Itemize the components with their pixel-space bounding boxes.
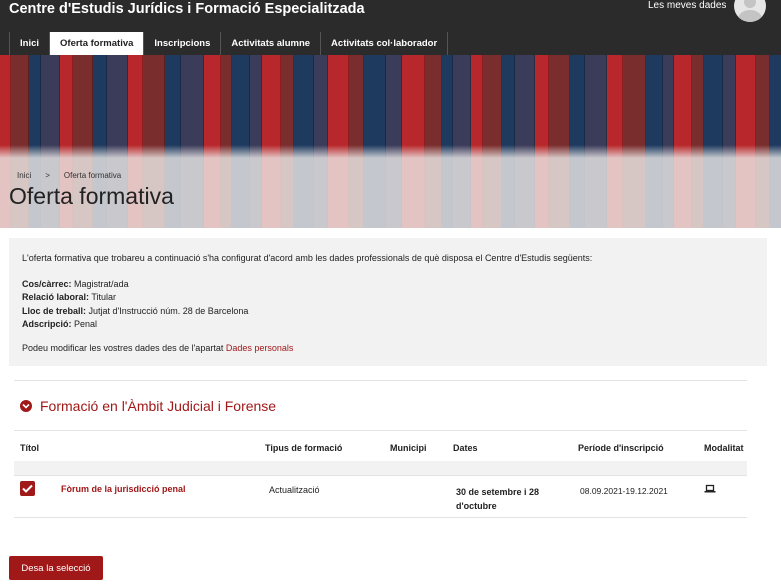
profile-info-box: L'oferta formativa que trobareu a contin… [9, 238, 767, 366]
dates-line: 30 de setembre i 28 [456, 487, 540, 497]
divider [14, 475, 747, 476]
cell-dates: 30 de setembre i 28 d'octubre [456, 485, 539, 513]
divider [14, 517, 747, 518]
site-title[interactable]: Centre d'Estudis Jurídics i Formació Esp… [9, 1, 365, 17]
field-label: Relació laboral: [22, 292, 90, 302]
col-header-municipi: Municipi [390, 443, 427, 453]
field-value: Magistrat/ada [74, 278, 129, 289]
divider [14, 380, 747, 381]
field-label: Lloc de treball: [22, 305, 87, 316]
save-selection-button[interactable]: Desa la selecció [9, 556, 103, 580]
field-adscripcio: Adscripció: Penal [22, 318, 754, 332]
field-label: Adscripció: [22, 319, 72, 329]
laptop-icon [704, 484, 716, 496]
table-header-stripe [14, 461, 747, 475]
section-title: Formació en l'Àmbit Judicial i Forense [40, 398, 277, 414]
nav-item-inici[interactable]: Inici [9, 32, 51, 55]
banner-fade [0, 145, 781, 158]
profile-fields: Cos/càrrec: Magistrat/ada Relació labora… [22, 278, 754, 332]
breadcrumb-separator: > [45, 171, 50, 180]
avatar-body [738, 10, 762, 22]
breadcrumb: Inici > Oferta formativa [17, 171, 121, 180]
section-header[interactable]: Formació en l'Àmbit Judicial i Forense [20, 398, 276, 414]
cell-tipus: Actualització [269, 485, 320, 495]
cell-periode: 08.09.2021-19.12.2021 [580, 486, 668, 496]
my-data-link[interactable]: Les meves dades [648, 0, 726, 11]
nav-item-activitats-collaborador[interactable]: Activitats col·laborador [321, 32, 449, 55]
top-bar: Centre d'Estudis Jurídics i Formació Esp… [0, 0, 781, 55]
field-label: Cos/càrrec: [22, 278, 72, 289]
breadcrumb-current: Oferta formativa [63, 171, 122, 180]
bookshelf-banner: Inici > Oferta formativa Oferta formativ… [0, 55, 781, 228]
main-nav: Inici Oferta formativa Inscripcions Acti… [9, 32, 449, 55]
col-header-titol: Títol [20, 443, 39, 453]
nav-item-inscripcions[interactable]: Inscripcions [144, 32, 222, 55]
avatar-head [744, 0, 756, 8]
page-title: Oferta formativa [9, 183, 174, 209]
nav-item-activitats-alumne[interactable]: Activitats alumne [221, 32, 322, 55]
field-relacio: Relació laboral: Titular [22, 291, 754, 305]
info-note: Podeu modificar les vostres dades des de… [22, 342, 754, 356]
col-header-periode: Període d'inscripció [578, 443, 664, 453]
divider [14, 430, 747, 431]
field-value: Penal [74, 319, 98, 329]
nav-item-oferta-formativa[interactable]: Oferta formativa [50, 32, 145, 55]
personal-data-link[interactable]: Dades personals [226, 343, 294, 353]
field-value: Jutjat d'Instrucció núm. 28 de Barcelona [88, 305, 249, 316]
col-header-tipus: Tipus de formació [265, 443, 343, 453]
chevron-down-icon[interactable] [20, 400, 32, 412]
course-title-link[interactable]: Fòrum de la jurisdicció penal [61, 484, 186, 494]
avatar[interactable] [734, 0, 766, 22]
info-note-text: Podeu modificar les vostres dades des de… [22, 342, 224, 353]
dates-line: d'octubre [456, 501, 497, 511]
breadcrumb-home[interactable]: Inici [17, 171, 31, 180]
info-intro: L'oferta formativa que trobareu a contin… [22, 253, 593, 263]
col-header-dates: Dates [453, 443, 478, 453]
field-value: Titular [91, 292, 117, 302]
field-lloc: Lloc de treball: Jutjat d'Instrucció núm… [22, 305, 754, 319]
col-header-modalitat: Modalitat [704, 443, 744, 453]
field-cos: Cos/càrrec: Magistrat/ada [22, 278, 754, 292]
row-checkbox[interactable] [20, 481, 35, 496]
